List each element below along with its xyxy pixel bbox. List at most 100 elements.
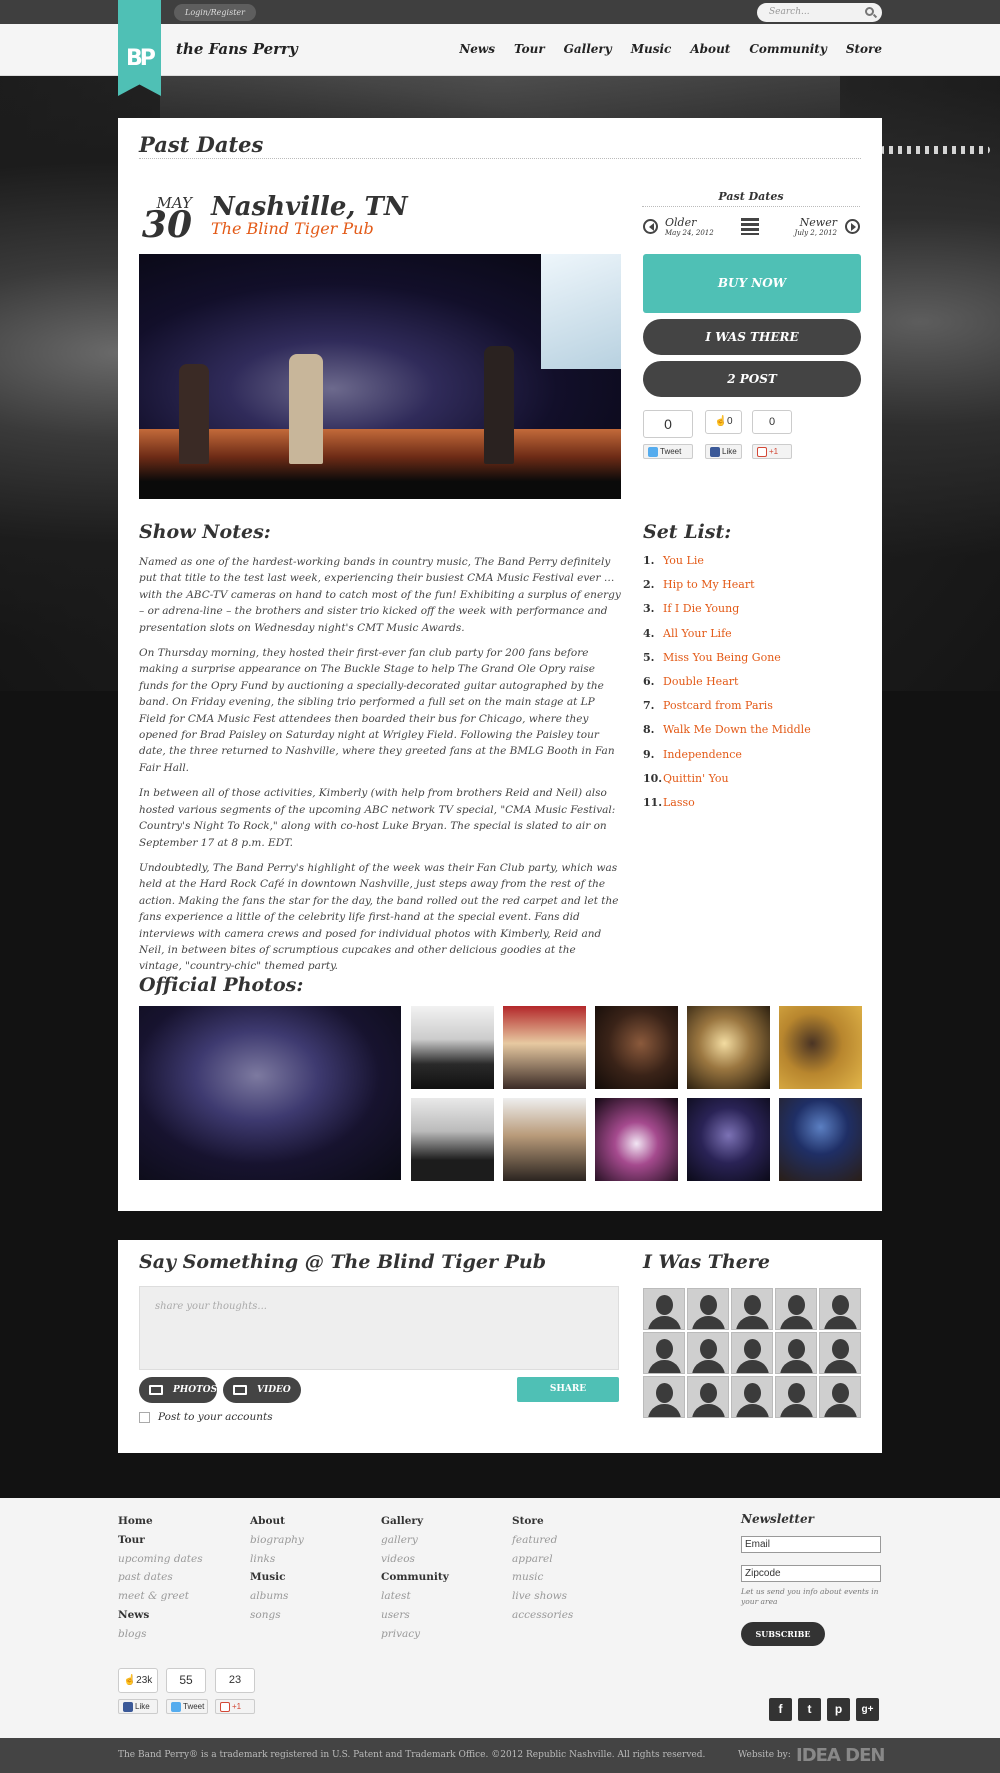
post-accounts-label[interactable]: Post to your accounts xyxy=(158,1411,273,1423)
footer-link[interactable]: Store xyxy=(512,1512,573,1531)
twitter-icon[interactable]: t xyxy=(798,1698,821,1721)
footer-link[interactable]: live shows xyxy=(512,1587,573,1606)
avatar[interactable] xyxy=(775,1332,817,1374)
song-link[interactable]: Quittin' You xyxy=(663,772,729,785)
nav-gallery[interactable]: Gallery xyxy=(564,42,612,56)
photo-thumb[interactable] xyxy=(687,1098,770,1181)
nav-community[interactable]: Community xyxy=(749,42,826,56)
search-icon[interactable] xyxy=(865,7,874,16)
photo-thumb[interactable] xyxy=(595,1098,678,1181)
avatar[interactable] xyxy=(819,1332,861,1374)
add-video-button[interactable]: VIDEO xyxy=(223,1377,301,1403)
older-arrow-icon[interactable] xyxy=(643,219,658,234)
avatar[interactable] xyxy=(687,1376,729,1418)
agency-logo[interactable]: IDEA DEN xyxy=(796,1745,885,1766)
song-link[interactable]: Lasso xyxy=(663,796,695,809)
avatar[interactable] xyxy=(687,1332,729,1374)
footer-link[interactable]: News xyxy=(118,1606,203,1625)
song-link[interactable]: If I Die Young xyxy=(663,602,739,615)
footer-link[interactable]: Gallery xyxy=(381,1512,449,1531)
footer-link[interactable]: featured xyxy=(512,1531,573,1550)
avatar[interactable] xyxy=(775,1288,817,1330)
avatar[interactable] xyxy=(643,1332,685,1374)
buy-now-button[interactable]: BUY NOW xyxy=(643,254,861,313)
pinterest-icon[interactable]: p xyxy=(827,1698,850,1721)
nav-music[interactable]: Music xyxy=(631,42,672,56)
event-venue[interactable]: The Blind Tiger Pub xyxy=(211,219,374,238)
photo-thumb[interactable] xyxy=(503,1098,586,1181)
nav-about[interactable]: About xyxy=(690,42,730,56)
footer-link[interactable]: latest xyxy=(381,1587,449,1606)
photo-thumb[interactable] xyxy=(411,1098,494,1181)
newer-arrow-icon[interactable] xyxy=(845,219,860,234)
footer-link[interactable]: albums xyxy=(250,1587,304,1606)
footer-link[interactable]: gallery xyxy=(381,1531,449,1550)
add-photos-button[interactable]: PHOTOS xyxy=(139,1377,217,1403)
photo-thumb[interactable] xyxy=(595,1006,678,1089)
footer-link[interactable]: past dates xyxy=(118,1568,203,1587)
avatar[interactable] xyxy=(819,1376,861,1418)
avatar[interactable] xyxy=(775,1376,817,1418)
footer-link[interactable]: Community xyxy=(381,1568,449,1587)
newer-link[interactable]: Newer xyxy=(718,216,837,229)
footer-link[interactable]: blogs xyxy=(118,1625,203,1644)
comment-textarea[interactable]: share your thoughts... xyxy=(139,1286,619,1370)
footer-link[interactable]: users xyxy=(381,1606,449,1625)
avatar[interactable] xyxy=(687,1288,729,1330)
photo-large[interactable] xyxy=(139,1006,401,1180)
song-link[interactable]: Walk Me Down the Middle xyxy=(663,723,811,736)
brand-name[interactable]: the Fans Perry xyxy=(176,40,298,58)
footer-link[interactable]: songs xyxy=(250,1606,304,1625)
photo-thumb[interactable] xyxy=(503,1006,586,1089)
tweet-button[interactable]: Tweet xyxy=(643,444,693,459)
photo-thumb[interactable] xyxy=(779,1098,862,1181)
plus-one-button[interactable]: +1 xyxy=(752,444,792,459)
footer-link[interactable]: Home xyxy=(118,1512,203,1531)
login-register-button[interactable]: Login/Register xyxy=(174,4,256,21)
photo-thumb[interactable] xyxy=(411,1006,494,1089)
footer-link[interactable]: links xyxy=(250,1550,304,1569)
avatar[interactable] xyxy=(731,1332,773,1374)
photo-thumb[interactable] xyxy=(779,1006,862,1089)
search-box[interactable]: Search... xyxy=(757,3,882,22)
search-input[interactable]: Search... xyxy=(769,7,810,17)
footer-link[interactable]: biography xyxy=(250,1531,304,1550)
photo-thumb[interactable] xyxy=(687,1006,770,1089)
footer-link[interactable]: About xyxy=(250,1512,304,1531)
footer-link[interactable]: apparel xyxy=(512,1550,573,1569)
footer-like-button[interactable]: Like xyxy=(118,1699,158,1714)
subscribe-button[interactable]: SUBSCRIBE xyxy=(741,1622,825,1646)
older-link[interactable]: Older xyxy=(665,216,696,229)
like-button[interactable]: Like xyxy=(705,444,742,459)
nav-tour[interactable]: Tour xyxy=(514,42,545,56)
avatar[interactable] xyxy=(643,1376,685,1418)
post-accounts-checkbox[interactable] xyxy=(139,1412,150,1423)
song-link[interactable]: Miss You Being Gone xyxy=(663,651,781,664)
footer-link[interactable]: privacy xyxy=(381,1625,449,1644)
nav-store[interactable]: Store xyxy=(846,42,882,56)
song-link[interactable]: All Your Life xyxy=(663,627,732,640)
avatar[interactable] xyxy=(731,1376,773,1418)
avatar[interactable] xyxy=(819,1288,861,1330)
footer-link[interactable]: videos xyxy=(381,1550,449,1569)
post-button[interactable]: 2 POST xyxy=(643,361,861,397)
nav-news[interactable]: News xyxy=(459,42,495,56)
share-button[interactable]: SHARE xyxy=(517,1377,619,1402)
footer-link[interactable]: music xyxy=(512,1568,573,1587)
footer-link[interactable]: meet & greet xyxy=(118,1587,203,1606)
footer-link[interactable]: upcoming dates xyxy=(118,1550,203,1569)
avatar[interactable] xyxy=(643,1288,685,1330)
avatar[interactable] xyxy=(731,1288,773,1330)
song-link[interactable]: Independence xyxy=(663,748,742,761)
facebook-icon[interactable]: f xyxy=(769,1698,792,1721)
logo-ribbon[interactable]: BP xyxy=(118,0,161,96)
song-link[interactable]: Double Heart xyxy=(663,675,738,688)
song-link[interactable]: Postcard from Paris xyxy=(663,699,773,712)
footer-tweet-button[interactable]: Tweet xyxy=(166,1699,208,1714)
footer-link[interactable]: accessories xyxy=(512,1606,573,1625)
i-was-there-button[interactable]: I WAS THERE xyxy=(643,319,861,355)
newsletter-email-input[interactable]: Email xyxy=(741,1536,881,1553)
footer-link[interactable]: Music xyxy=(250,1568,304,1587)
footer-plus-one-button[interactable]: +1 xyxy=(215,1699,255,1714)
newsletter-zipcode-input[interactable]: Zipcode xyxy=(741,1565,881,1582)
